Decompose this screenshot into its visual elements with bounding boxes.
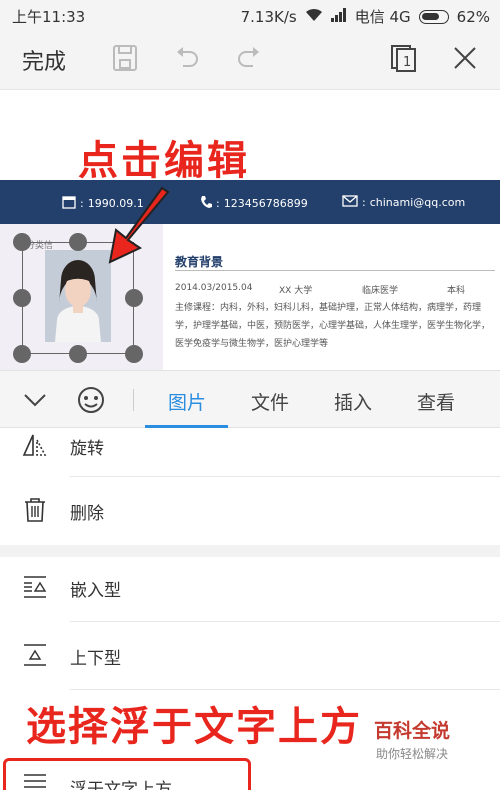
wifi-icon	[305, 8, 323, 26]
editor-toolbar: 完成 1	[0, 30, 500, 90]
annotation-highlight-box	[3, 758, 251, 790]
battery-icon	[418, 9, 449, 24]
tab-picture[interactable]: 图片	[168, 388, 206, 415]
resize-handle-right[interactable]	[125, 289, 143, 307]
status-right: 7.13K/s 电信 4G 62%	[241, 6, 490, 27]
education-description: 主修课程：内科，外科，妇科儿科，基础护理，正常人体结构，病理学，药理学，护理学基…	[175, 303, 491, 349]
save-icon[interactable]	[112, 44, 138, 76]
education-major: 临床医学	[362, 286, 399, 296]
menu-item-top-bottom[interactable]: 上下型	[0, 622, 500, 690]
menu-label-top-bottom: 上下型	[70, 649, 121, 669]
undo-icon[interactable]	[173, 44, 201, 76]
menu-label-inline: 嵌入型	[70, 581, 121, 601]
document-canvas[interactable]: 点击编辑 :1990.09.1 :123456786899 : chinami@q…	[0, 90, 500, 370]
menu-divider	[70, 689, 500, 690]
education-degree: 本科	[447, 286, 466, 296]
phone-item: :123456786899	[200, 195, 308, 212]
resize-handle-bottom-left[interactable]	[13, 345, 31, 363]
network-speed: 7.13K/s	[240, 7, 297, 26]
education-divider	[175, 270, 495, 271]
tab-insert[interactable]: 插入	[334, 388, 372, 415]
tab-view[interactable]: 查看	[417, 388, 455, 415]
tab-separator	[133, 389, 134, 411]
education-period: 2014.03/2015.04	[175, 283, 253, 293]
resize-handle-bottom[interactable]	[69, 345, 87, 363]
done-button[interactable]: 完成	[22, 44, 66, 76]
menu-item-delete[interactable]: 删除	[0, 477, 500, 545]
battery-level: 62%	[456, 7, 490, 26]
menu-item-inline[interactable]: 嵌入型	[0, 554, 500, 622]
page-view-icon[interactable]: 1	[390, 44, 418, 76]
mail-icon	[342, 195, 358, 210]
annotation-top: 点击编辑	[78, 138, 250, 184]
resize-handle-bottom-right[interactable]	[125, 345, 143, 363]
menu-label-rotate: 旋转	[70, 439, 104, 459]
trash-icon	[22, 497, 48, 523]
status-time: 上午11:33	[12, 8, 86, 26]
wrap-top-bottom-icon	[22, 642, 48, 668]
svg-text:1: 1	[403, 55, 411, 70]
email-address: chinami@qq.com	[369, 196, 466, 209]
redo-icon[interactable]	[235, 44, 263, 76]
close-icon[interactable]	[452, 44, 478, 76]
wrap-inline-icon	[22, 574, 48, 600]
status-bar: 上午11:33 7.13K/s 电信 4G 62%	[0, 0, 500, 30]
carrier: 电信 4G	[354, 8, 411, 26]
resize-handle-top[interactable]	[69, 233, 87, 251]
education-school: XX 大学	[279, 286, 313, 296]
signal-icon	[330, 7, 347, 26]
annotation-arrow-icon	[106, 186, 176, 270]
watermark-title: 百科全说	[373, 720, 450, 742]
resize-handle-left[interactable]	[13, 289, 31, 307]
menu-label-delete: 删除	[70, 504, 104, 524]
resize-handle-top-left[interactable]	[13, 233, 31, 251]
phone-icon	[200, 195, 212, 212]
calendar-icon	[62, 195, 76, 212]
resume-banner: :1990.09.1 :123456786899 : chinami@qq.com	[0, 180, 500, 224]
menu-item-rotate[interactable]: 旋转	[0, 412, 500, 480]
watermark-subtitle: 助你轻松解决	[375, 747, 448, 761]
watermark-logo: 百科全说 助你轻松解决	[360, 716, 464, 762]
email-item: : chinami@qq.com	[342, 195, 465, 210]
annotation-bottom: 选择浮于文字上方	[26, 704, 362, 750]
tab-file[interactable]: 文件	[251, 388, 289, 415]
rotate-icon	[22, 432, 48, 458]
phone-number: 123456786899	[223, 197, 308, 210]
education-title: 教育背景	[175, 255, 224, 269]
